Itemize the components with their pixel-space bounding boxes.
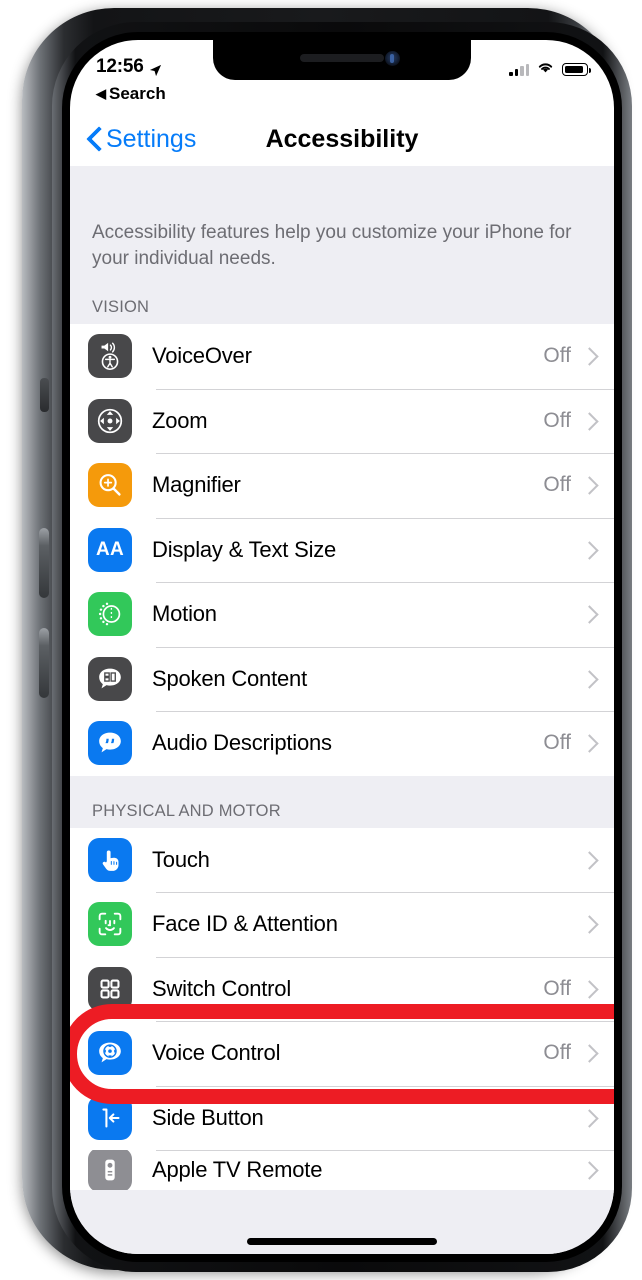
audio-descriptions-icon (88, 721, 132, 766)
chevron-right-icon (583, 605, 594, 623)
chevron-right-icon (583, 1161, 594, 1179)
back-button-label: Settings (106, 124, 197, 153)
row-value: Off (543, 1041, 571, 1065)
row-value: Off (543, 731, 571, 755)
section-group-physical-and-motor: Touch Face ID & Attention Switch Control… (70, 827, 614, 1190)
row-apple-tv-remote[interactable]: Apple TV Remote (70, 1150, 614, 1190)
row-touch[interactable]: Touch (70, 827, 614, 892)
screenshot-stage: 12:56 ◀ Search Accessibility Settings Ac… (0, 0, 642, 1280)
device-notch (213, 40, 471, 80)
battery-icon (562, 63, 591, 76)
row-label: Touch (152, 846, 210, 872)
row-spoken-content[interactable]: Spoken Content (70, 646, 614, 711)
section-header-physical-and-motor: PHYSICAL AND MOTOR (92, 801, 281, 820)
chevron-right-icon (583, 541, 594, 559)
chevron-right-icon (583, 980, 594, 998)
home-indicator[interactable] (247, 1238, 437, 1245)
row-zoom[interactable]: Zoom Off (70, 388, 614, 453)
row-motion[interactable]: Motion (70, 582, 614, 647)
row-switch-control[interactable]: Switch Control Off (70, 956, 614, 1021)
row-value: Off (543, 976, 571, 1000)
row-label: Apple TV Remote (152, 1157, 323, 1182)
search-back-crumb[interactable]: ◀ Search (96, 84, 166, 104)
cellular-signal-icon (509, 63, 529, 76)
side-button-icon (88, 1095, 132, 1140)
chevron-left-icon (88, 128, 100, 150)
zoom-pan-icon (88, 398, 132, 443)
voiceover-icon (88, 334, 132, 379)
front-camera (385, 51, 400, 66)
volume-down-button[interactable] (39, 628, 49, 698)
row-label: Display & Text Size (152, 536, 337, 562)
chevron-right-icon (583, 412, 594, 430)
row-voiceover[interactable]: VoiceOver Off (70, 324, 614, 389)
status-bar-left: 12:56 (96, 56, 162, 78)
section-group-vision: VoiceOver Off Zoom Off Magnifier Off AA … (70, 324, 614, 776)
navigation-bar: Accessibility Settings (70, 112, 614, 166)
chevron-right-icon (583, 670, 594, 688)
status-bar-right (509, 56, 591, 79)
row-label: Switch Control (152, 975, 292, 1001)
back-button[interactable]: Settings (88, 125, 196, 154)
location-arrow-icon (149, 61, 162, 76)
row-label: Motion (152, 601, 217, 627)
row-face-id-attention[interactable]: Face ID & Attention (70, 892, 614, 957)
magnifier-icon (88, 463, 132, 508)
chevron-right-icon (583, 734, 594, 752)
row-label: Audio Descriptions (152, 730, 332, 756)
display-text-size-icon: AA (88, 527, 132, 572)
apple-tv-remote-icon (88, 1150, 132, 1190)
row-value: Off (543, 408, 571, 432)
row-display-text-size[interactable]: AA Display & Text Size (70, 517, 614, 582)
section-header-vision: VISION (92, 298, 150, 316)
volume-up-button[interactable] (39, 528, 49, 598)
iphone-device-frame: 12:56 ◀ Search Accessibility Settings Ac… (22, 8, 632, 1272)
row-label: Zoom (152, 407, 208, 433)
earpiece-speaker (300, 54, 384, 62)
row-label: Spoken Content (152, 665, 307, 691)
row-audio-descriptions[interactable]: Audio Descriptions Off (70, 711, 614, 776)
row-magnifier[interactable]: Magnifier Off (70, 453, 614, 518)
touch-hand-icon (88, 837, 132, 882)
spoken-content-icon (88, 656, 132, 701)
row-value: Off (543, 344, 571, 368)
row-label: Magnifier (152, 472, 241, 498)
row-label: VoiceOver (152, 343, 252, 369)
row-voice-control[interactable]: Voice Control Off (70, 1021, 614, 1086)
chevron-right-icon (583, 851, 594, 869)
back-triangle-icon: ◀ (96, 86, 106, 101)
wifi-icon (536, 60, 555, 79)
chevron-right-icon (583, 347, 594, 365)
chevron-right-icon (583, 915, 594, 933)
row-side-button[interactable]: Side Button (70, 1085, 614, 1150)
mute-switch[interactable] (40, 378, 49, 412)
chevron-right-icon (583, 1044, 594, 1062)
chevron-right-icon (583, 1109, 594, 1127)
switch-control-icon (88, 966, 132, 1011)
face-id-icon (88, 902, 132, 947)
voice-control-icon (88, 1031, 132, 1076)
phone-screen: 12:56 ◀ Search Accessibility Settings Ac… (70, 40, 614, 1254)
settings-list[interactable]: Accessibility features help you customiz… (70, 166, 614, 1254)
row-label: Voice Control (152, 1040, 281, 1066)
chevron-right-icon (583, 476, 594, 494)
motion-icon (88, 592, 132, 637)
row-value: Off (543, 473, 571, 497)
aa-glyph: AA (95, 538, 125, 560)
search-back-label: Search (109, 84, 166, 103)
row-label: Face ID & Attention (152, 911, 338, 937)
row-label: Side Button (152, 1104, 264, 1130)
intro-description: Accessibility features help you customiz… (92, 222, 572, 269)
clock-time: 12:56 (96, 56, 144, 77)
